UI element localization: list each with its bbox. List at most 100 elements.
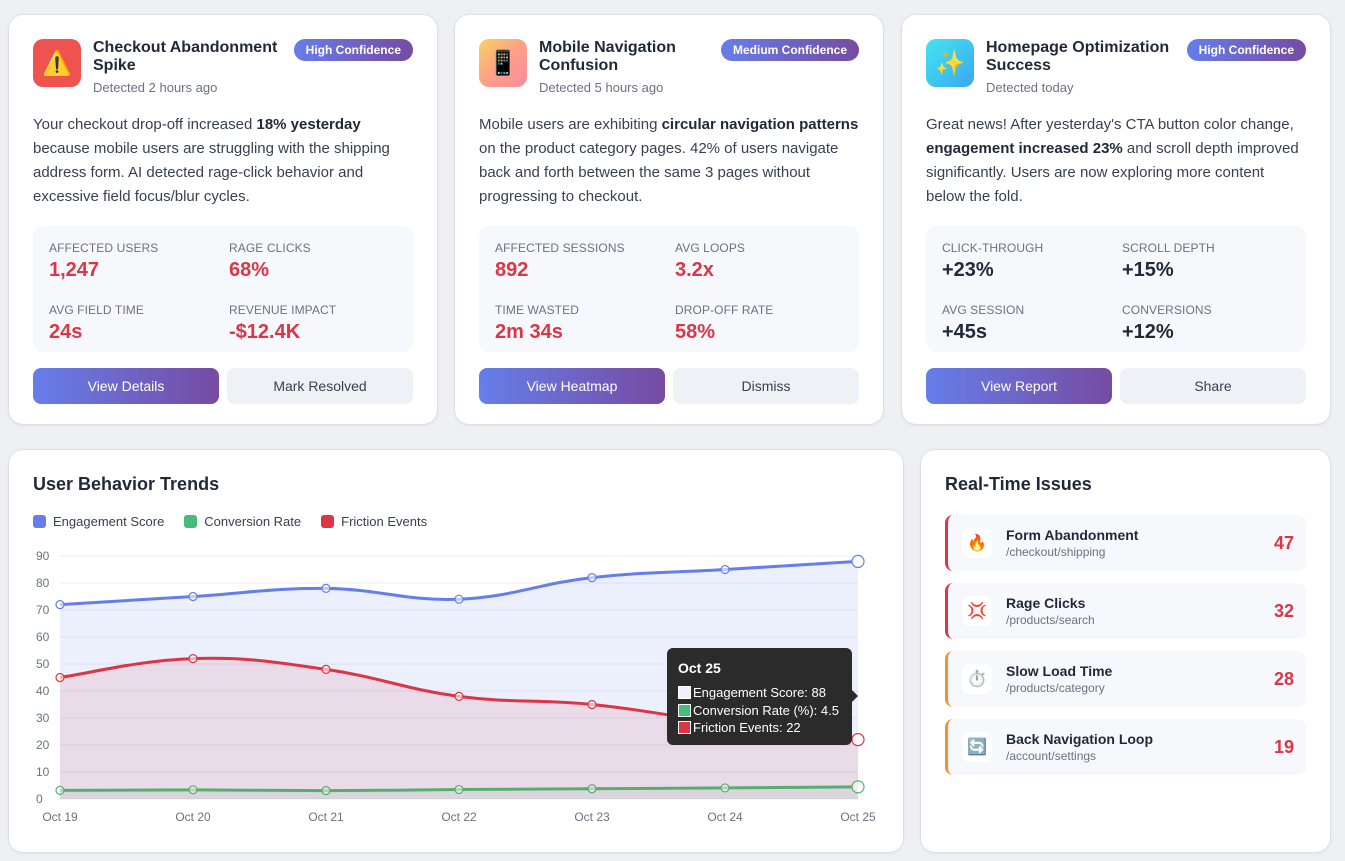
issue-count: 32 (1273, 600, 1294, 621)
mobile-phone-icon: 📱 (479, 39, 527, 87)
x-tick-label: Oct 20 (175, 810, 211, 824)
insight-card-homepage: ✨ Homepage Optimization Success Detected… (902, 15, 1330, 424)
issue-count: 28 (1273, 668, 1294, 689)
tooltip-title: Oct 25 (678, 660, 721, 676)
data-point (55, 672, 65, 683)
x-tick-label: Oct 24 (707, 810, 743, 824)
y-tick-label: 0 (36, 792, 43, 806)
data-point (321, 583, 331, 593)
view-details-button[interactable]: View Details (33, 368, 219, 404)
y-tick-label: 60 (36, 630, 50, 644)
x-tick-label: Oct 19 (42, 810, 78, 824)
issue-name: Back Navigation Loop (1006, 731, 1154, 747)
insight-actions: View Details Mark Resolved (33, 368, 413, 404)
x-tick-label: Oct 21 (308, 810, 344, 824)
issue-item-back-navigation-loop[interactable]: 🔄 Back Navigation Loop/account/settings … (945, 719, 1306, 775)
data-point (720, 564, 730, 575)
y-tick-label: 70 (36, 603, 50, 617)
y-tick-label: 50 (36, 657, 50, 671)
dismiss-button[interactable]: Dismiss (673, 368, 859, 404)
data-point (55, 600, 65, 610)
issue-text: Back Navigation Loop/account/settings (1006, 731, 1274, 763)
metrics-grid: CLICK-THROUGH +23% SCROLL DEPTH +15% AVG S… (926, 226, 1306, 352)
metric-scroll-depth: SCROLL DEPTH +15% (1122, 241, 1215, 281)
loop-arrows-icon: 🔄 (962, 732, 992, 762)
anger-icon: 💢 (962, 596, 992, 626)
y-tick-label: 10 (36, 765, 50, 779)
issue-text: Form Abandonment/checkout/shipping (1006, 527, 1274, 559)
issue-text: Rage Clicks/products/search (1006, 595, 1274, 627)
metrics-grid: AFFECTED SESSIONS 892 AVG LOOPS 3.2x TIME … (479, 226, 859, 352)
tooltip-row-conversion: Conversion Rate (%): 4.5 (678, 702, 841, 720)
metric-affected-sessions: AFFECTED SESSIONS 892 (495, 241, 625, 281)
metric-avg-loops: AVG LOOPS 3.2x (675, 241, 746, 281)
issue-item-rage-clicks[interactable]: 💢 Rage Clicks/products/search 32 (945, 583, 1306, 639)
insight-actions: View Report Share (926, 368, 1306, 404)
tooltip-row-engagement: Engagement Score: 88 (678, 684, 841, 702)
insight-header: ✨ Homepage Optimization Success Detected… (926, 15, 1306, 113)
x-tick-label: Oct 25 (840, 810, 876, 824)
issue-name: Form Abandonment (1006, 527, 1139, 543)
data-point (587, 572, 597, 583)
issue-item-slow-load-time[interactable]: ⏱️ Slow Load Time/products/category 28 (945, 651, 1306, 707)
issue-path: /checkout/shipping (1006, 545, 1106, 559)
data-point (321, 664, 331, 674)
insight-title: Checkout Abandonment Spike (93, 39, 278, 74)
tooltip-swatch (678, 686, 691, 700)
issue-name: Rage Clicks (1006, 595, 1086, 611)
view-report-button[interactable]: View Report (926, 368, 1112, 404)
y-tick-label: 20 (36, 738, 50, 752)
insight-timestamp: Detected 5 hours ago (539, 80, 664, 95)
insight-actions: View Heatmap Dismiss (479, 368, 859, 404)
insight-timestamp: Detected today (986, 80, 1074, 95)
y-tick-label: 90 (36, 549, 50, 563)
mark-resolved-button[interactable]: Mark Resolved (227, 368, 413, 404)
stopwatch-icon: ⏱️ (962, 664, 992, 694)
view-heatmap-button[interactable]: View Heatmap (479, 368, 665, 404)
insight-description: Mobile users are exhibiting circular nav… (479, 116, 859, 205)
tooltip-row-friction: Friction Events: 22 (678, 719, 841, 737)
data-point (454, 594, 464, 604)
insight-title: Homepage Optimization Success (986, 39, 1170, 74)
confidence-badge: Medium Confidence (720, 39, 859, 61)
metric-avg-field-time: AVG FIELD TIME 24s (49, 302, 144, 343)
tooltip-swatch (678, 721, 691, 735)
issue-count: 19 (1273, 736, 1294, 757)
confidence-badge: High Confidence (293, 39, 413, 61)
y-tick-label: 80 (36, 576, 50, 590)
data-point (188, 654, 198, 664)
issue-count: 47 (1273, 532, 1294, 553)
metric-avg-session: AVG SESSION +45s (942, 302, 1025, 343)
issue-path: /products/category (1006, 681, 1105, 695)
y-tick-label: 30 (36, 711, 50, 725)
data-point (851, 733, 865, 747)
issues-title: Real-Time Issues (945, 474, 1092, 494)
insight-description: Great news! After yesterday's CTA button… (926, 116, 1299, 205)
tooltip-text: Engagement Score: 88 (693, 685, 826, 701)
tooltip-text: Friction Events: 22 (693, 720, 801, 736)
insight-description: Your checkout drop-off increased 18% yes… (33, 116, 390, 205)
data-point (454, 691, 464, 701)
share-button[interactable]: Share (1120, 368, 1306, 404)
chart-tooltip: Oct 25 Engagement Score: 88 Conversion R… (667, 648, 858, 745)
issue-path: /products/search (1006, 613, 1095, 627)
data-point (587, 699, 597, 710)
tooltip-text: Conversion Rate (%): 4.5 (693, 702, 839, 718)
insight-header: 📱 Mobile Navigation Confusion Detected 5… (479, 15, 859, 113)
insight-timestamp: Detected 2 hours ago (93, 80, 218, 95)
issue-path: /account/settings (1006, 749, 1097, 763)
data-point (851, 554, 865, 569)
x-tick-label: Oct 23 (574, 810, 610, 824)
warning-icon: ⚠️ (33, 39, 81, 87)
metric-revenue-impact: REVENUE IMPACT -$12.4K (229, 302, 337, 343)
metric-rage-clicks: RAGE CLICKS 68% (229, 241, 311, 281)
metric-drop-off-rate: DROP-OFF RATE 58% (675, 302, 774, 343)
confidence-badge: High Confidence (1186, 39, 1306, 61)
issue-item-form-abandonment[interactable]: 🔥 Form Abandonment/checkout/shipping 47 (945, 515, 1306, 571)
real-time-issues-card: Real-Time Issues 🔥 Form Abandonment/chec… (921, 450, 1330, 852)
insight-card-checkout: ⚠️ Checkout Abandonment Spike Detected 2… (9, 15, 437, 424)
x-tick-label: Oct 22 (441, 810, 477, 824)
metric-affected-users: AFFECTED USERS 1,247 (49, 241, 159, 281)
behavior-trends-card: User Behavior Trends Engagement Score Co… (9, 450, 903, 852)
metric-click-through: CLICK-THROUGH +23% (942, 241, 1044, 281)
